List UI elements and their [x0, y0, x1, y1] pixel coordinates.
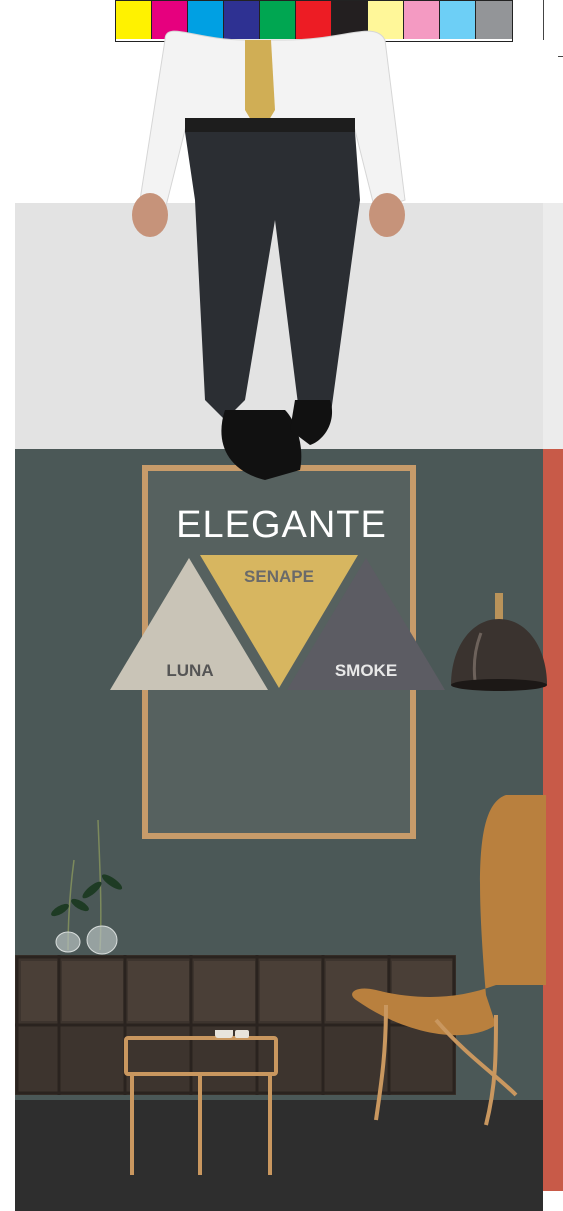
- upper-panel-edge: [543, 203, 563, 449]
- sitting-man-figure: [132, 30, 406, 480]
- smoke-label: SMOKE: [335, 661, 397, 680]
- trim-mark: [543, 0, 544, 40]
- palette-title: ELEGANTE: [176, 504, 387, 546]
- senape-label: SENAPE: [244, 567, 314, 586]
- side-table: [124, 1030, 278, 1175]
- palette-triangles: LUNA SENAPE SMOKE: [110, 555, 445, 690]
- swatch-gray: [476, 1, 512, 39]
- pendant-lamp: [451, 593, 547, 691]
- luna-label: LUNA: [166, 661, 213, 680]
- swatch-light-blue: [440, 1, 476, 39]
- vase-plants: [51, 820, 123, 955]
- lounge-chair: [352, 795, 546, 1126]
- accent-wall-edge: [543, 449, 563, 1191]
- trim-mark: [558, 56, 563, 57]
